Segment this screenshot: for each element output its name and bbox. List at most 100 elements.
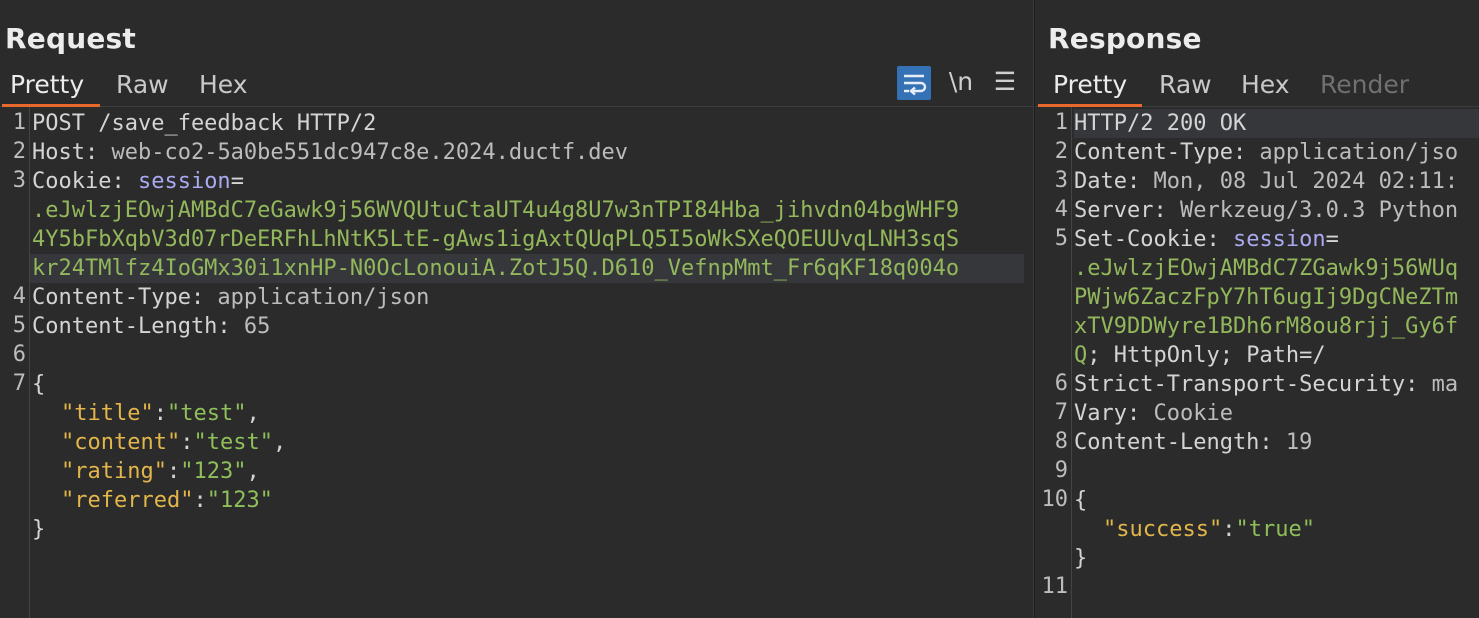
request-tabs: Pretty Raw Hex — [0, 68, 1033, 107]
json-row: "referred":"123" — [61, 488, 273, 513]
json-separator: , — [246, 401, 260, 426]
request-line: POST /save_feedback HTTP/2 — [32, 111, 377, 136]
json-separator: , — [272, 430, 287, 455]
json-open-brace: { — [32, 372, 46, 397]
response-code: HTTP/2 200 OK Content-Type: application/… — [1074, 107, 1479, 618]
request-pane: Request Pretty Raw Hex \n ☰ 1 2 3 4 5 6 … — [0, 0, 1033, 618]
line-number: 8 — [1054, 429, 1068, 454]
line-number: 7 — [1054, 400, 1068, 425]
header-key: Cookie: — [32, 169, 125, 194]
header-value: Werkzeug/3.0.3 Python — [1166, 198, 1459, 223]
status-line: HTTP/2 200 OK — [1074, 109, 1479, 138]
header-key: Set-Cookie: — [1074, 227, 1220, 252]
header-key: Content-Length: — [1074, 430, 1273, 455]
json-value: "test" — [166, 401, 247, 426]
newline-toggle-button[interactable]: \n — [946, 66, 976, 100]
request-header-content-type: Content-Type: application/json — [32, 283, 429, 312]
request-header-host: Host: web-co2-5a0be551dc947c8e.2024.duct… — [32, 138, 628, 167]
header-key: Content-Type: — [32, 285, 205, 310]
cookie-value-line-selected: kr24TMlfz4IoGMx30i1xnHP-N0OcLonouiA.ZotJ… — [30, 254, 1024, 283]
header-value: 65 — [230, 314, 271, 339]
response-editor[interactable]: 1 2 3 4 5 6 7 8 9 10 11 HTTP/2 200 OK Co… — [1035, 107, 1479, 618]
line-number: 1 — [12, 110, 26, 135]
cookie-value-line: PWjw6ZaczFpY7hT6ugIj9DgCNeZTm — [1074, 285, 1459, 310]
tab-raw[interactable]: Raw — [116, 70, 169, 99]
json-key: "title" — [61, 401, 154, 426]
json-row: "success":"true" — [1103, 515, 1315, 544]
line-number: 2 — [12, 139, 26, 164]
response-title: Response — [1048, 22, 1202, 55]
response-header-set-cookie: Set-Cookie: session= — [1074, 225, 1339, 254]
cookie-value-tail: Q — [1074, 343, 1088, 368]
line-number: 6 — [12, 342, 26, 367]
line-number: 2 — [1054, 139, 1068, 164]
json-value: "123" — [206, 488, 273, 513]
response-header-date: Date: Mon, 08 Jul 2024 02:11: — [1074, 167, 1458, 196]
header-value: application/json — [204, 285, 430, 310]
line-number: 9 — [1054, 458, 1068, 483]
response-header-hsts: Strict-Transport-Security: ma — [1074, 370, 1458, 399]
header-value: web-co2-5a0be551dc947c8e.2024.ductf.dev — [98, 140, 629, 165]
tab-hex[interactable]: Hex — [1241, 70, 1290, 99]
header-value: Cookie — [1140, 401, 1233, 426]
header-value: Mon, 08 Jul 2024 02:11: — [1140, 169, 1459, 194]
response-gutter: 1 2 3 4 5 6 7 8 9 10 11 — [1035, 107, 1072, 618]
menu-icon[interactable]: ☰ — [990, 66, 1020, 100]
json-separator: , — [246, 459, 260, 484]
json-row: "content":"test", — [61, 430, 287, 455]
cookie-attributes: Q; HttpOnly; Path=/ — [1074, 341, 1326, 370]
header-key: Strict-Transport-Security: — [1074, 372, 1419, 397]
cookie-param: session — [124, 169, 231, 194]
cookie-flags: ; HttpOnly; Path=/ — [1087, 343, 1326, 368]
line-number: 7 — [12, 371, 26, 396]
line-number: 6 — [1054, 371, 1068, 396]
tab-pretty[interactable]: Pretty — [1053, 70, 1127, 99]
request-code: POST /save_feedback HTTP/2 Host: web-co2… — [30, 107, 1033, 618]
json-key: "content" — [61, 430, 181, 455]
header-key: Host: — [32, 140, 99, 165]
response-header-server: Server: Werkzeug/3.0.3 Python — [1074, 196, 1458, 225]
word-wrap-button[interactable] — [897, 66, 931, 100]
header-key: Server: — [1074, 198, 1167, 223]
line-number: 11 — [1041, 574, 1069, 599]
cookie-value-line: 4Y5bFbXqbV3d07rDeERFhLhNtK5LtE-gAws1igAx… — [32, 227, 960, 252]
equals-sign: = — [1325, 227, 1339, 252]
json-key: "referred" — [61, 488, 194, 513]
line-number: 3 — [1054, 168, 1068, 193]
tab-hex[interactable]: Hex — [199, 70, 248, 99]
line-number: 10 — [1041, 487, 1069, 512]
response-header-content-type: Content-Type: application/jso — [1074, 138, 1458, 167]
json-key: "rating" — [61, 459, 167, 484]
response-header-vary: Vary: Cookie — [1074, 399, 1233, 428]
line-number: 5 — [12, 313, 26, 338]
response-header-content-length: Content-Length: 19 — [1074, 428, 1312, 457]
request-editor[interactable]: 1 2 3 4 5 6 7 POST /save_feedback HTTP/2… — [0, 107, 1033, 618]
header-key: Vary: — [1074, 401, 1141, 426]
header-key: Content-Length: — [32, 314, 231, 339]
response-pane: Response Pretty Raw Hex Render 1 2 3 4 5… — [1035, 0, 1479, 618]
line-number: 5 — [1054, 226, 1068, 251]
cookie-value-line: .eJwlzjEOwjAMBdC7ZGawk9j56WUq — [1074, 256, 1459, 281]
equals-sign: = — [230, 169, 244, 194]
tab-render[interactable]: Render — [1320, 70, 1409, 99]
header-value: ma — [1418, 372, 1459, 397]
json-key: "success" — [1103, 517, 1223, 542]
json-open-brace: { — [1074, 488, 1088, 513]
header-key: Content-Type: — [1074, 140, 1247, 165]
tab-raw[interactable]: Raw — [1159, 70, 1212, 99]
json-close-brace: } — [1074, 546, 1088, 571]
request-gutter: 1 2 3 4 5 6 7 — [0, 107, 30, 618]
json-value: "test" — [193, 430, 273, 455]
json-close-brace: } — [32, 517, 46, 542]
tab-pretty[interactable]: Pretty — [10, 70, 84, 99]
cookie-value-line: xTV9DDWyre1BDh6rM8ou8rjj_Gy6f — [1074, 314, 1459, 339]
response-tabs: Pretty Raw Hex Render — [1035, 68, 1479, 107]
header-key: Date: — [1074, 169, 1141, 194]
json-value: "123" — [180, 459, 247, 484]
request-header-content-length: Content-Length: 65 — [32, 312, 270, 341]
json-colon: : — [1222, 517, 1236, 542]
header-value: application/jso — [1246, 140, 1459, 165]
line-number: 1 — [1054, 110, 1068, 135]
request-title: Request — [5, 22, 136, 55]
cookie-param: session — [1219, 227, 1326, 252]
